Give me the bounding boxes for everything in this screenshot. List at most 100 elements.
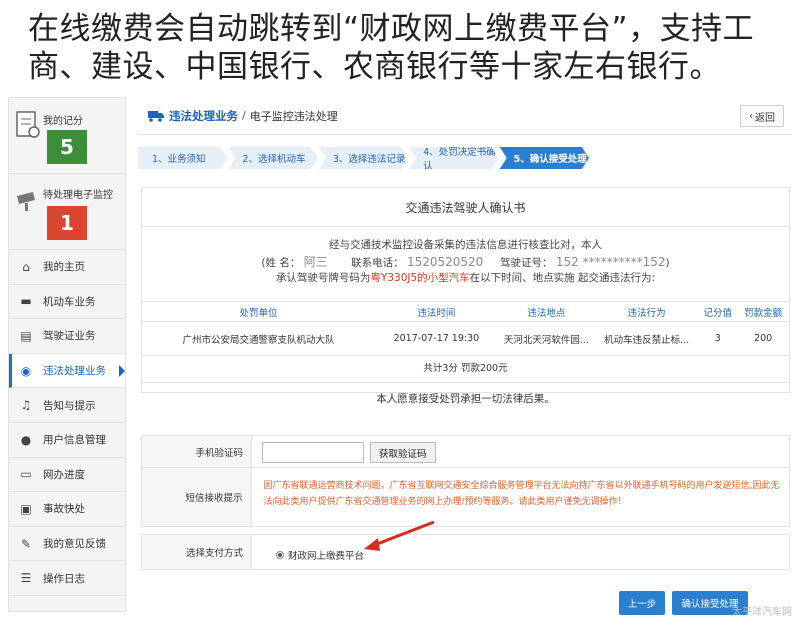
watermark: 太平洋汽车网 <box>732 607 792 618</box>
col-header: 记分值 <box>698 301 738 322</box>
bell-icon: ♫ <box>20 398 32 413</box>
step-4: 4、处罚决定书确认 <box>409 147 499 169</box>
phone-code-label: 手机验证码 <box>142 436 252 467</box>
phone-label: 联系电话： <box>351 257 404 269</box>
sidebar-item-home[interactable]: ⌂ 我的主页 <box>9 250 125 285</box>
sidebar-item-label: 我的主页 <box>43 261 85 274</box>
sidebar-item-license[interactable]: ▤ 驾驶证业务 <box>9 319 125 354</box>
sidebar-item-label: 我的意见反馈 <box>43 538 106 551</box>
license-label: 驾驶证号： <box>500 257 553 269</box>
caption: 在线缴费会自动跳转到“财政网上缴费平台”，支持工 商、建设、中国银行、农商银行等… <box>28 10 788 86</box>
caption-line-1: 在线缴费会自动跳转到“财政网上缴费平台”，支持工 <box>28 11 755 47</box>
table-row: 广州市公安局交通警察支队机动大队 2017-07-17 19:30 天河北天河软… <box>142 321 789 356</box>
plate-prefix: 承认驾驶号牌号码为 <box>275 272 371 284</box>
score-value: 5 <box>47 130 87 164</box>
breadcrumb: 违法处理业务 / 电子监控违法处理 <box>138 97 792 135</box>
payment-row: 选择支付方式 财政网上缴费平台 <box>142 535 789 569</box>
statement-panel: 经与交通技术监控设备采集的违法信息进行核查比对，本人 (姓 名： 阿三 联系电话… <box>141 227 790 405</box>
verification-form: 手机验证码 获取验证码 短信接收提示 因广东省联通运营商技术问题，广东省互联网交… <box>141 435 790 527</box>
step-5: 5、确认接受处理 <box>499 147 590 169</box>
col-header: 处罚单位 <box>142 301 375 322</box>
payment-label: 选择支付方式 <box>142 535 252 569</box>
sidebar-item-label: 告知与提示 <box>43 399 96 412</box>
sidebar-item-accident[interactable]: ▣ 事故快处 <box>9 492 125 527</box>
plate-suffix: 在以下时间、地点实施 起交通违法行为: <box>469 272 656 284</box>
sidebar-item-label: 违法处理业务 <box>43 365 106 378</box>
col-header: 违法行为 <box>594 301 699 322</box>
table-cell: 机动车违反禁止标... <box>594 321 699 356</box>
pending-value: 1 <box>47 206 87 240</box>
table-cell: 天河北天河软件园... <box>497 321 595 356</box>
license-value: 152 **********152 <box>555 255 666 269</box>
caption-line-2: 商、建设、中国银行、农商银行等十家左右银行。 <box>28 49 721 85</box>
breadcrumb-main[interactable]: 违法处理业务 <box>169 108 238 124</box>
pending-card[interactable]: 待处理电子监控 1 <box>9 174 125 250</box>
table-cell: 2017-07-17 19:30 <box>374 321 498 356</box>
sms-notice-text: 因广东省联通运营商技术问题，广东省互联网交通安全综合服务管理平台无法向持广东省以… <box>263 481 780 507</box>
sidebar-item-log[interactable]: ☰ 操作日志 <box>9 561 125 596</box>
back-button-label: 返回 <box>755 112 775 124</box>
table-cell: 200 <box>737 321 789 356</box>
col-header: 罚款金额 <box>737 301 789 322</box>
phone-code-input[interactable] <box>262 442 364 463</box>
active-arrow-icon <box>119 364 125 377</box>
sidebar-item-notice[interactable]: ♫ 告知与提示 <box>9 388 125 423</box>
sidebar: 我的记分 5 待处理电子监控 1 ⌂ 我的主页 ▬ 机动车业务 ▤ 驾驶证业务 … <box>8 97 126 612</box>
phone-code-row: 手机验证码 获取验证码 <box>142 436 789 468</box>
step-indicator: 1、业务须知 2、选择机动车 3、选择违法记录 4、处罚决定书确认 5、确认接受… <box>138 147 590 169</box>
sidebar-item-user[interactable]: ● 用户信息管理 <box>9 423 125 458</box>
red-arrow-annotation <box>364 520 435 551</box>
prev-button[interactable]: 上一步 <box>619 591 665 615</box>
payment-panel: 选择支付方式 财政网上缴费平台 <box>141 534 790 570</box>
camera-monitor-icon <box>17 192 35 211</box>
sidebar-item-label: 机动车业务 <box>43 295 96 308</box>
sidebar-item-label: 操作日志 <box>43 572 85 585</box>
payment-option-label: 财政网上缴费平台 <box>288 551 365 562</box>
step-3: 3、选择违法记录 <box>318 147 409 169</box>
name-label: (姓 名： <box>261 257 301 269</box>
get-code-button[interactable]: 获取验证码 <box>370 442 436 463</box>
sidebar-item-label: 用户信息管理 <box>43 434 106 447</box>
license-end: ) <box>665 257 670 269</box>
confirm-title: 交通违法驾驶人确认书 <box>141 187 790 227</box>
name-value: 阿三 <box>303 255 328 269</box>
feedback-icon: ✎ <box>20 536 32 551</box>
score-card[interactable]: 我的记分 5 <box>9 98 125 174</box>
sms-notice-label: 短信接收提示 <box>142 468 252 526</box>
chevron-left-icon: ‹ <box>749 110 753 122</box>
col-header: 违法地点 <box>497 301 595 322</box>
statement-line-1: 经与交通技术监控设备采集的违法信息进行核查比对，本人 <box>329 239 602 251</box>
sidebar-item-violation[interactable]: ◉ 违法处理业务 <box>9 353 125 389</box>
sidebar-item-vehicle[interactable]: ▬ 机动车业务 <box>9 285 125 320</box>
step-1: 1、业务须知 <box>138 147 228 169</box>
main-content: 违法处理业务 / 电子监控违法处理 ‹ 返回 1、业务须知 2、选择机动车 3、… <box>138 97 792 617</box>
sidebar-item-label: 驾驶证业务 <box>43 330 96 343</box>
phone-value: 1520520520 <box>406 255 484 269</box>
truck-icon <box>148 110 164 122</box>
id-card-icon: ▤ <box>20 328 32 343</box>
back-button[interactable]: ‹ 返回 <box>740 105 784 127</box>
sidebar-item-feedback[interactable]: ✎ 我的意见反馈 <box>9 527 125 562</box>
radio-selected-icon[interactable] <box>276 551 284 559</box>
score-label: 我的记分 <box>43 116 83 127</box>
statement-line-3: 承认驾驶号牌号码为粤Y330J5的小型汽车在以下时间、地点实施 起交通违法行为: <box>142 270 789 285</box>
accept-statement: 本人愿意接受处罚承担一切法律后果。 <box>376 393 555 405</box>
table-cell: 3 <box>698 321 738 356</box>
log-icon: ☰ <box>20 571 32 586</box>
payment-option[interactable]: 财政网上缴费平台 <box>252 541 364 569</box>
table-header-row: 处罚单位 违法时间 违法地点 违法行为 记分值 罚款金额 <box>142 301 789 322</box>
truck-icon: ▬ <box>20 294 32 309</box>
col-header: 违法时间 <box>374 301 498 322</box>
sidebar-item-progress[interactable]: ▭ 网办进度 <box>9 458 125 493</box>
home-icon: ⌂ <box>22 259 30 274</box>
pending-label: 待处理电子监控 <box>43 190 113 201</box>
sms-notice-row: 短信接收提示 因广东省联通运营商技术问题，广东省互联网交通安全综合服务管理平台无… <box>142 468 789 526</box>
breadcrumb-current: 电子监控违法处理 <box>249 109 338 123</box>
step-2: 2、选择机动车 <box>228 147 318 169</box>
table-cell: 广州市公安局交通警察支队机动大队 <box>142 321 375 356</box>
camera-icon: ◉ <box>20 363 32 378</box>
sidebar-item-label: 事故快处 <box>43 503 85 516</box>
accident-icon: ▣ <box>20 501 32 516</box>
user-icon: ● <box>20 432 32 447</box>
plate-value: 粤Y330J5的小型汽车 <box>370 272 470 284</box>
